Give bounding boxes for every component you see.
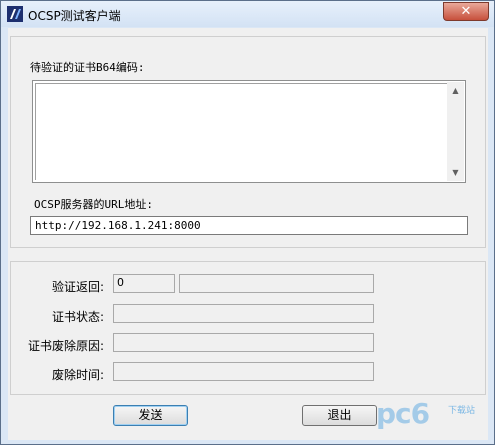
- vertical-scrollbar[interactable]: ▲ ▼: [447, 82, 464, 181]
- scroll-up-icon[interactable]: ▲: [447, 82, 464, 99]
- exit-button[interactable]: 退出: [302, 405, 377, 426]
- ocsp-url-input[interactable]: http://192.168.1.241:8000: [30, 216, 468, 235]
- verify-return-label: 验证返回:: [52, 280, 105, 294]
- ocsp-client-window: OCSP测试客户端 ✕ 待验证的证书B64编码: ▲ ▼ OCSP服务器的URL…: [0, 0, 495, 445]
- send-button[interactable]: 发送: [113, 405, 188, 426]
- cert-status-label: 证书状态:: [52, 310, 105, 324]
- app-icon: [7, 6, 23, 22]
- close-icon: ✕: [460, 4, 472, 19]
- pc6-watermark: pc6 下载站: [376, 397, 486, 437]
- scroll-down-icon[interactable]: ▼: [447, 164, 464, 181]
- client-area: 待验证的证书B64编码: ▲ ▼ OCSP服务器的URL地址: http://1…: [8, 28, 488, 440]
- title-bar[interactable]: OCSP测试客户端 ✕: [1, 1, 494, 27]
- ocsp-url-label: OCSP服务器的URL地址:: [34, 198, 153, 211]
- window-title: OCSP测试客户端: [28, 9, 121, 23]
- verify-text-field: [179, 274, 374, 293]
- cert-b64-textarea[interactable]: ▲ ▼: [32, 80, 466, 183]
- cert-b64-label: 待验证的证书B64编码:: [30, 61, 145, 74]
- cert-b64-text: [35, 83, 447, 180]
- cert-status-field: [113, 304, 374, 323]
- close-button[interactable]: ✕: [443, 2, 489, 21]
- revoke-time-label: 废除时间:: [52, 368, 105, 382]
- watermark-subtitle: 下载站: [448, 406, 476, 416]
- verify-code-field: 0: [113, 274, 175, 293]
- revoke-time-field: [113, 362, 374, 381]
- revoke-reason-field: [113, 333, 374, 352]
- revoke-reason-label: 证书废除原因:: [28, 339, 105, 353]
- watermark-logo: pc6: [376, 397, 430, 430]
